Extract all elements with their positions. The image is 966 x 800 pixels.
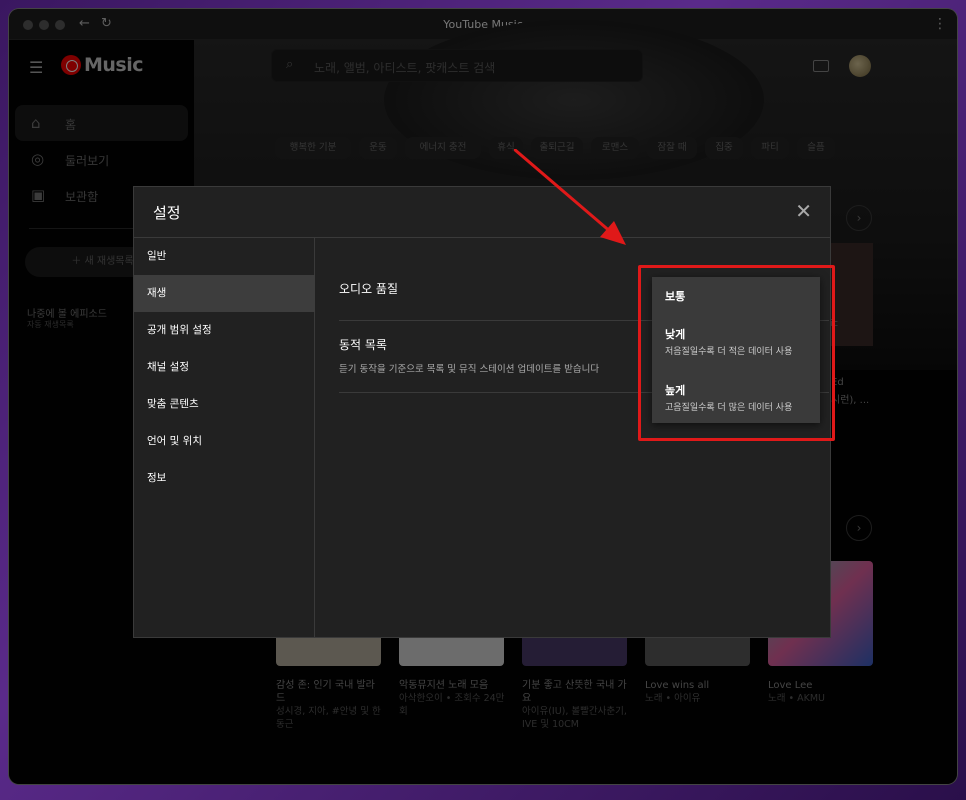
audio-quality-label: 오디오 품질 [339, 282, 399, 296]
nav-item-recommendations[interactable]: 맞춤 콘텐츠 [134, 386, 315, 423]
app-window: ← ↻ YouTube Music ⋮ ☰ Music ⌕ 노래, 앨범, 아티… [9, 9, 957, 784]
highlight-box [638, 265, 835, 441]
settings-nav: 일반 재생 공개 범위 설정 채널 설정 맞춤 콘텐츠 언어 및 위치 정보 [134, 238, 315, 638]
dialog-title: 설정 [153, 204, 181, 222]
nav-item-about[interactable]: 정보 [134, 460, 315, 497]
nav-item-channel[interactable]: 채널 설정 [134, 349, 315, 386]
nav-item-privacy[interactable]: 공개 범위 설정 [134, 312, 315, 349]
highlight-arrow-icon [514, 149, 626, 245]
nav-item-general[interactable]: 일반 [134, 238, 315, 275]
nav-item-language-location[interactable]: 언어 및 위치 [134, 423, 315, 460]
dynamic-list-description: 듣기 동작을 기준으로 목록 및 뮤직 스테이션 업데이트를 받습니다 [339, 364, 600, 375]
nav-item-playback[interactable]: 재생 [134, 275, 315, 312]
dynamic-list-label: 동적 목록 [339, 338, 387, 352]
close-icon[interactable]: ✕ [795, 199, 812, 223]
